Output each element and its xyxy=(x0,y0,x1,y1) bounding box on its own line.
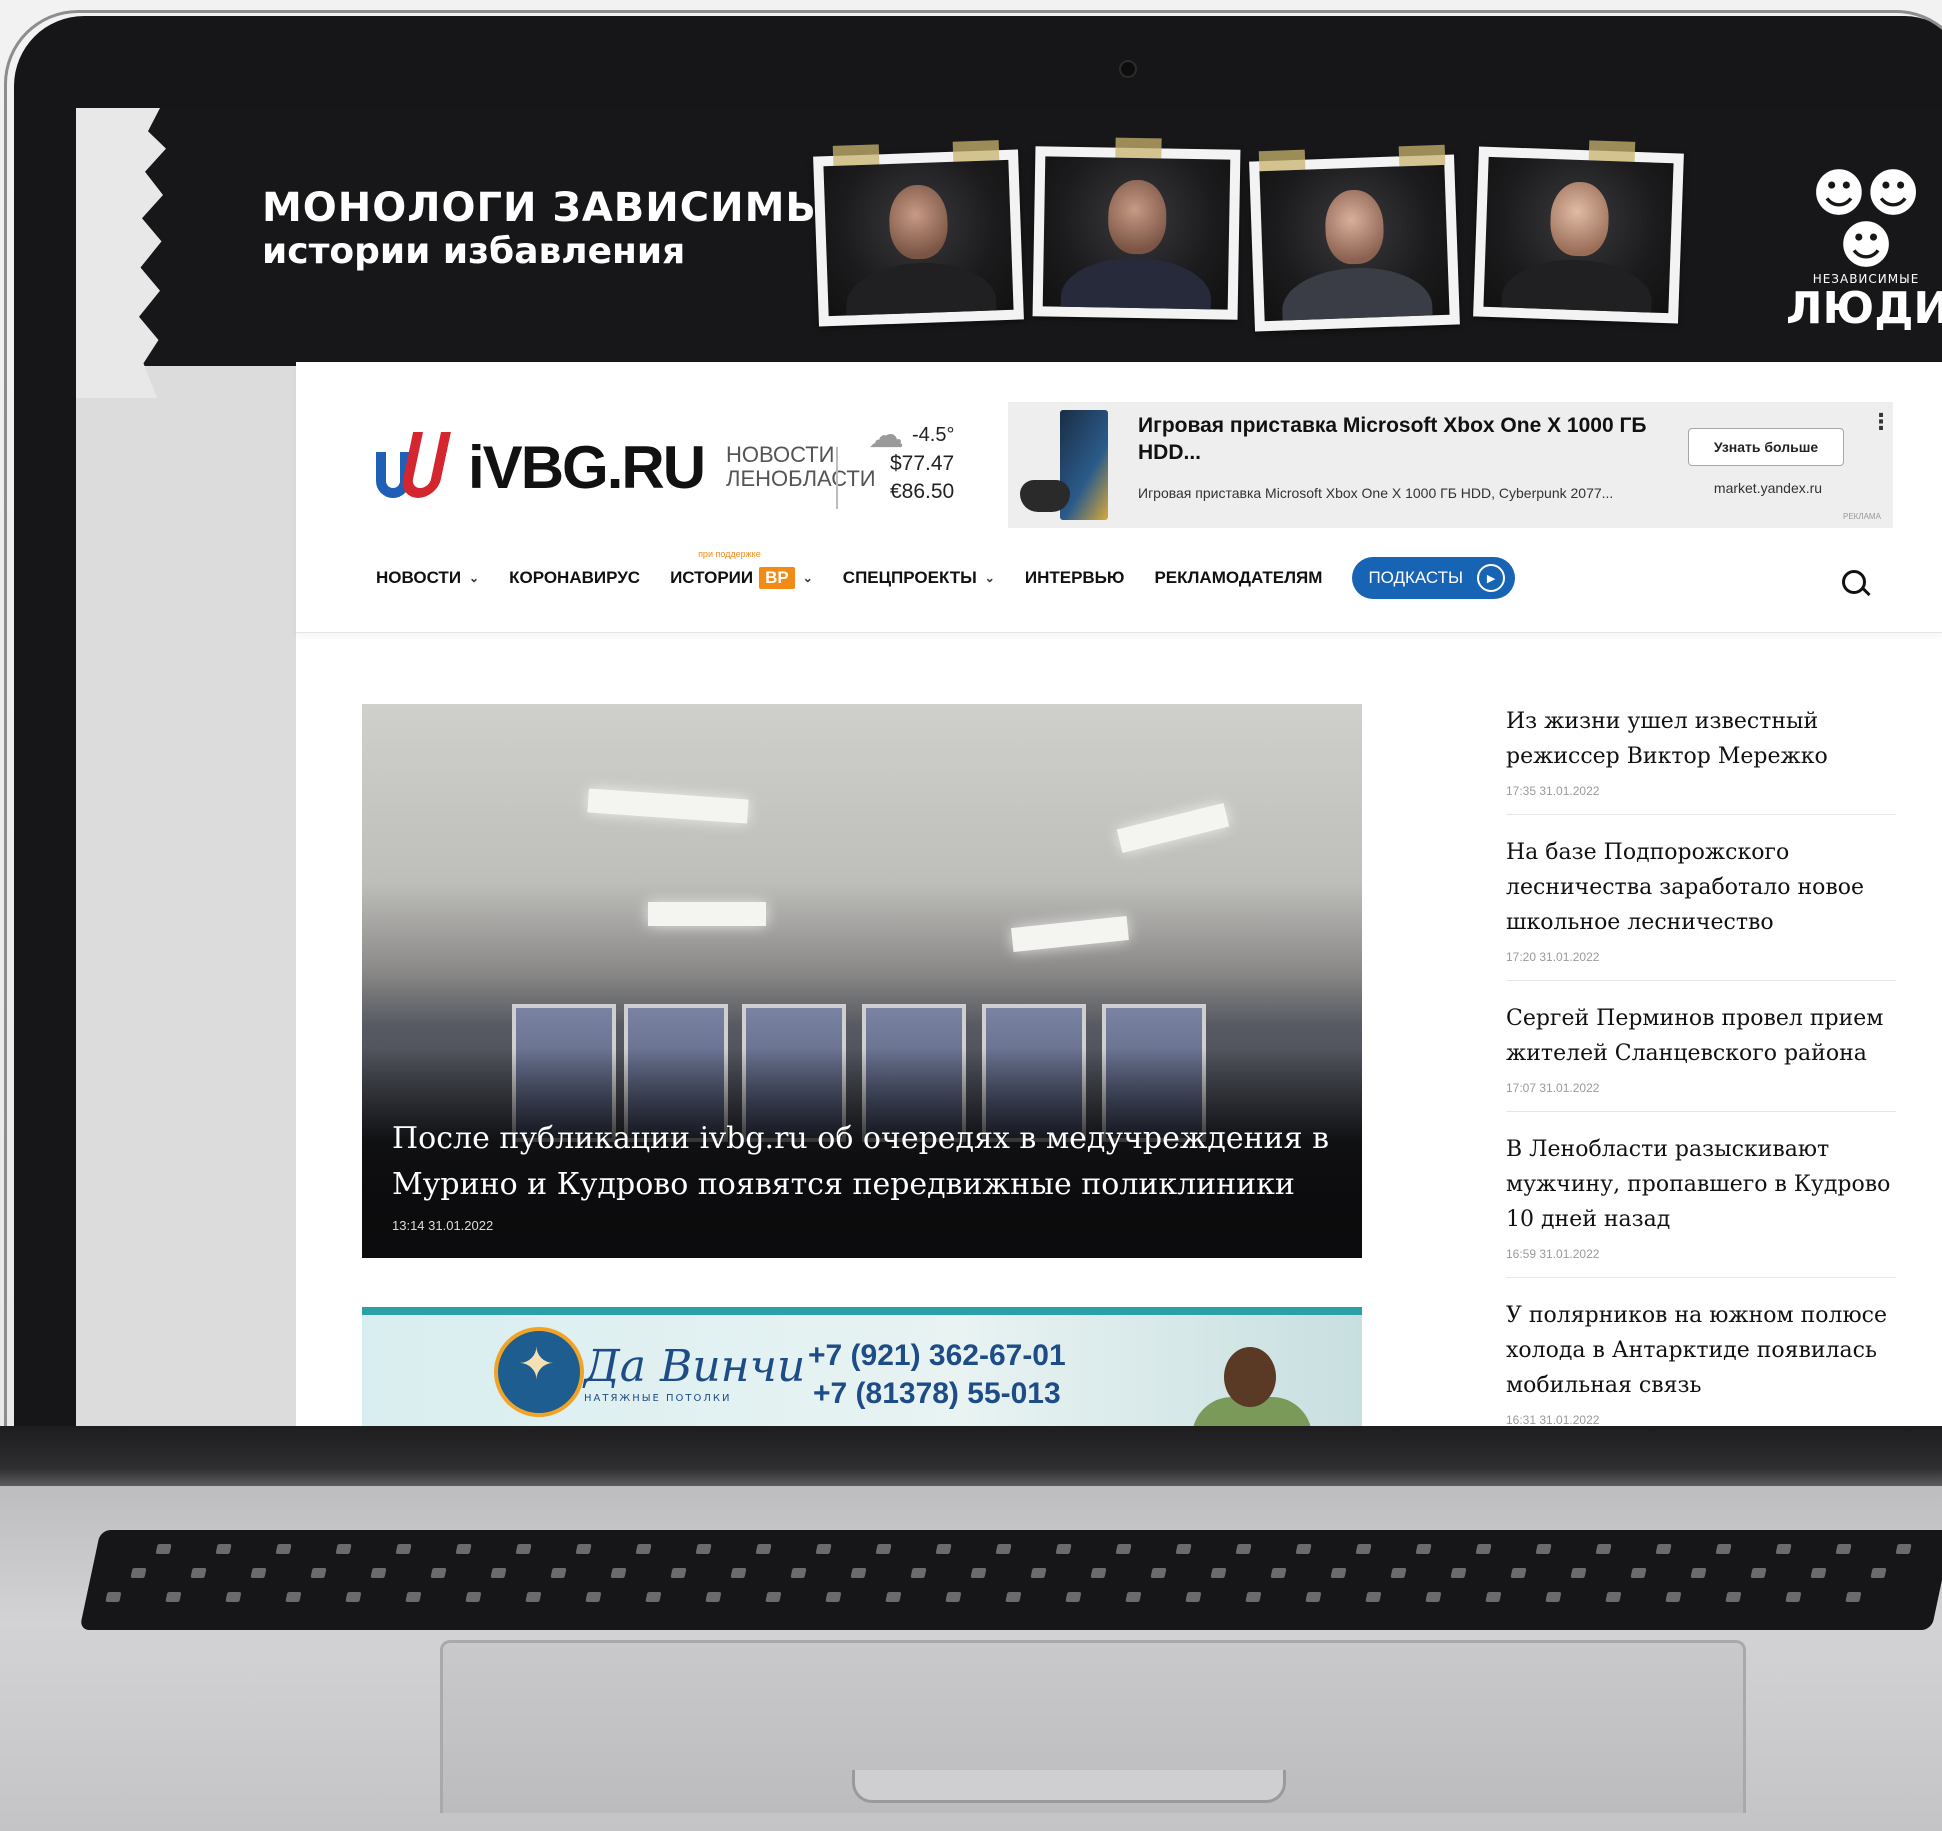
laptop-hinge xyxy=(0,1426,1942,1486)
chevron-down-icon: ⌄ xyxy=(469,571,480,585)
nav-item-interview[interactable]: ИНТЕРВЬЮ xyxy=(1025,568,1125,588)
promo-subtitle: НАТЯЖНЫЕ ПОТОЛКИ xyxy=(584,1393,732,1404)
keyboard xyxy=(79,1530,1942,1630)
site-header: iVBG.RU НОВОСТИ ЛЕНОБЛАСТИ ☁ -4.5° $77.4… xyxy=(296,362,1942,633)
news-title[interactable]: Сергей Перминов провел прием жителей Сла… xyxy=(1506,1001,1896,1071)
hero-title[interactable]: После публикации ivbg.ru об очередях в м… xyxy=(392,1116,1352,1208)
screen: МОНОЛОГИ ЗАВИСИМЫХ истории избавления ☻☻… xyxy=(76,108,1942,1426)
ad-description: Игровая приставка Microsoft Xbox One X 1… xyxy=(1138,485,1614,501)
list-item[interactable]: У полярников на южном полюсе холода в Ан… xyxy=(1506,1298,1896,1426)
search-icon[interactable] xyxy=(1842,570,1866,594)
news-date: 16:59 31.01.2022 xyxy=(1506,1247,1600,1261)
chevron-down-icon: ⌄ xyxy=(984,571,995,585)
list-item[interactable]: Сергей Перминов провел прием жителей Сла… xyxy=(1506,1001,1896,1112)
ad-label: РЕКЛАМА xyxy=(1843,512,1881,521)
banner-subtitle: истории избавления xyxy=(262,231,686,272)
site-logo[interactable]: iVBG.RU НОВОСТИ ЛЕНОБЛАСТИ xyxy=(376,432,876,502)
promo-banner[interactable]: Да Винчи НАТЯЖНЫЕ ПОТОЛКИ +7 (921) 362-6… xyxy=(362,1307,1362,1426)
news-feed: Из жизни ушел известный режиссер Виктор … xyxy=(1506,704,1896,1426)
temperature: -4.5° xyxy=(912,423,955,446)
header-divider xyxy=(836,447,838,509)
news-title[interactable]: Из жизни ушел известный режиссер Виктор … xyxy=(1506,704,1896,774)
list-item[interactable]: На базе Подпорожского лесничества зарабо… xyxy=(1506,835,1896,981)
page-content: iVBG.RU НОВОСТИ ЛЕНОБЛАСТИ ☁ -4.5° $77.4… xyxy=(296,362,1942,1426)
logo-mark-icon xyxy=(376,432,456,502)
promo-phone-1: +7 (921) 362-67-01 xyxy=(808,1339,1066,1372)
banner-photo-2 xyxy=(1032,137,1241,320)
news-date: 17:35 31.01.2022 xyxy=(1506,784,1600,798)
sponsor-note: при поддержке xyxy=(698,549,761,559)
weather-widget: ☁ -4.5° $77.47 €86.50 xyxy=(868,414,988,506)
chevron-down-icon: ⌄ xyxy=(802,571,813,585)
news-title[interactable]: У полярников на южном полюсе холода в Ан… xyxy=(1506,1298,1896,1403)
da-vinci-logo-icon xyxy=(494,1327,584,1417)
xbox-product-image xyxy=(1020,410,1110,522)
podcasts-button[interactable]: ПОДКАСТЫ ▶ xyxy=(1352,557,1516,599)
promo-name: Да Винчи xyxy=(584,1341,806,1392)
list-item[interactable]: В Ленобласти разыскивают мужчину, пропав… xyxy=(1506,1132,1896,1278)
banner-photo-3 xyxy=(1249,144,1460,332)
nav-item-stories[interactable]: при поддержке ИСТОРИИ ВР ⌄ xyxy=(670,549,813,589)
list-item[interactable]: Из жизни ушел известный режиссер Виктор … xyxy=(1506,704,1896,815)
independent-people-logo: ☻☻☻ НЕЗАВИСИМЫЕ ЛЮДИ xyxy=(1786,168,1942,332)
top-banner[interactable]: МОНОЛОГИ ЗАВИСИМЫХ истории избавления ☻☻… xyxy=(76,108,1942,398)
nav-item-special-projects[interactable]: СПЕЦПРОЕКТЫ ⌄ xyxy=(843,568,995,588)
news-date: 17:20 31.01.2022 xyxy=(1506,950,1600,964)
promo-phone-2: +7 (81378) 55-013 xyxy=(812,1377,1061,1410)
promo-worker-image xyxy=(1172,1335,1322,1426)
ad-learn-more-button[interactable]: Узнать больше xyxy=(1688,428,1844,466)
promo-phones: +7 (921) 362-67-01 +7 (81378) 55-013 xyxy=(808,1337,1066,1413)
header-ad[interactable]: Игровая приставка Microsoft Xbox One X 1… xyxy=(1008,402,1893,528)
usd-rate: $77.47 xyxy=(890,452,955,475)
play-icon: ▶ xyxy=(1477,564,1506,592)
ad-domain[interactable]: market.yandex.ru xyxy=(1698,480,1838,496)
brush-stroke-decoration xyxy=(76,108,166,398)
camera-icon xyxy=(1119,60,1137,78)
vr-badge: ВР xyxy=(759,567,795,589)
cloud-icon: ☁ xyxy=(868,414,904,455)
ad-title[interactable]: Игровая приставка Microsoft Xbox One X 1… xyxy=(1138,412,1658,466)
news-date: 16:31 31.01.2022 xyxy=(1506,1413,1600,1426)
nav-item-coronavirus[interactable]: КОРОНАВИРУС xyxy=(509,568,640,588)
lid-notch xyxy=(852,1770,1286,1803)
banner-photo-4 xyxy=(1473,140,1684,324)
more-vert-icon[interactable]: ⋮ xyxy=(1870,410,1892,435)
nav-item-news[interactable]: НОВОСТИ ⌄ xyxy=(376,568,479,588)
hero-date: 13:14 31.01.2022 xyxy=(392,1218,494,1233)
main-nav: НОВОСТИ ⌄ КОРОНАВИРУС при поддержке ИСТО… xyxy=(376,549,1545,602)
news-date: 17:07 31.01.2022 xyxy=(1506,1081,1600,1095)
banner-title: МОНОЛОГИ ЗАВИСИМЫХ xyxy=(262,185,860,231)
logo-tagline: НОВОСТИ ЛЕНОБЛАСТИ xyxy=(726,442,876,491)
news-title[interactable]: На базе Подпорожского лесничества зарабо… xyxy=(1506,835,1896,940)
eur-rate: €86.50 xyxy=(890,480,955,503)
people-icon: ☻☻☻ xyxy=(1811,164,1921,276)
news-title[interactable]: В Ленобласти разыскивают мужчину, пропав… xyxy=(1506,1132,1896,1237)
banner-photo-1 xyxy=(813,140,1024,327)
nav-item-advertisers[interactable]: РЕКЛАМОДАТЕЛЯМ xyxy=(1154,568,1322,588)
hero-article[interactable]: После публикации ivbg.ru об очередях в м… xyxy=(362,704,1362,1258)
logo-text: iVBG.RU xyxy=(468,433,706,501)
